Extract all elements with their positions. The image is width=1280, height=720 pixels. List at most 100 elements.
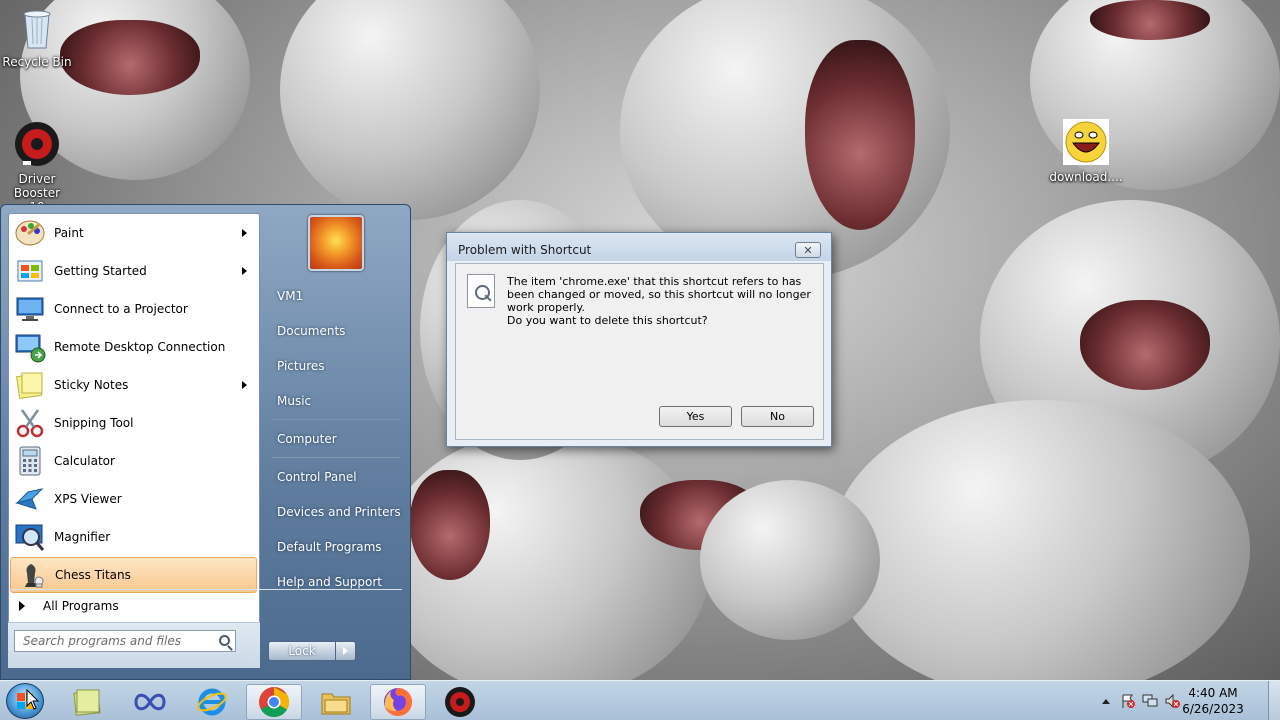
- shutdown-options-button[interactable]: [336, 641, 356, 661]
- taskbar-file-explorer[interactable]: [308, 684, 364, 720]
- action-center-flag-icon[interactable]: [1120, 693, 1136, 709]
- network-icon[interactable]: [1142, 693, 1158, 709]
- yes-button[interactable]: Yes: [659, 406, 732, 427]
- start-menu: Paint Getting Started Connect to a Proje…: [0, 204, 411, 680]
- submenu-arrow-icon[interactable]: [242, 229, 247, 237]
- start-link-label: Documents: [277, 324, 346, 338]
- start-link-label: Help and Support: [277, 575, 382, 589]
- user-picture[interactable]: [308, 215, 364, 271]
- xps-viewer-icon: [15, 488, 44, 510]
- taskbar-infinity-app[interactable]: [122, 684, 178, 720]
- program-label: Paint: [54, 226, 84, 240]
- lock-button[interactable]: Lock: [268, 641, 336, 661]
- getting-started-icon: [17, 260, 43, 282]
- all-programs-label: All Programs: [43, 599, 119, 613]
- start-link-label: Control Panel: [277, 470, 357, 484]
- desktop-icon-download[interactable]: download....: [1046, 119, 1126, 184]
- sticky-notes-icon: [16, 372, 43, 399]
- start-link-label: Computer: [277, 432, 337, 446]
- show-hidden-icons-icon[interactable]: [1102, 698, 1110, 704]
- taskbar-firefox[interactable]: [370, 684, 426, 720]
- calculator-icon: [19, 446, 41, 476]
- start-link-label: Default Programs: [277, 540, 382, 554]
- search-icon[interactable]: [219, 635, 230, 646]
- start-link-documents[interactable]: Documents: [269, 317, 404, 345]
- program-connect-projector[interactable]: Connect to a Projector: [10, 291, 257, 327]
- program-label: Magnifier: [54, 530, 111, 544]
- desktop-icon-label: download....: [1049, 170, 1123, 184]
- program-label: Connect to a Projector: [54, 302, 188, 316]
- start-link-music[interactable]: Music: [269, 387, 404, 415]
- all-programs-arrow-icon: [19, 601, 25, 611]
- ie-icon: [197, 688, 227, 716]
- taskbar-internet-explorer[interactable]: [184, 684, 240, 720]
- program-paint[interactable]: Paint: [10, 215, 257, 251]
- program-sticky-notes[interactable]: Sticky Notes: [10, 367, 257, 403]
- driver-booster-icon: [15, 122, 59, 166]
- program-magnifier[interactable]: Magnifier: [10, 519, 257, 555]
- start-link-default-programs[interactable]: Default Programs: [269, 533, 404, 561]
- mouse-cursor-icon: [26, 689, 40, 710]
- no-button[interactable]: No: [741, 406, 814, 427]
- desktop-icon-label: Recycle Bin: [2, 55, 72, 69]
- clock-time: 4:40 AM: [1188, 686, 1238, 700]
- start-link-label: VM1: [277, 289, 304, 303]
- start-link-user[interactable]: VM1: [269, 282, 404, 310]
- program-label: XPS Viewer: [54, 492, 122, 506]
- chess-icon: [25, 564, 44, 588]
- taskbar-chrome[interactable]: [246, 684, 302, 720]
- program-label: Getting Started: [54, 264, 147, 278]
- desktop-icon-driver-booster[interactable]: Driver Booster 10: [0, 121, 77, 214]
- taskbar: 4:40 AM 6/26/2023: [0, 680, 1280, 720]
- program-snipping-tool[interactable]: Snipping Tool: [10, 405, 257, 441]
- start-link-label: Devices and Printers: [277, 505, 401, 519]
- start-link-help-support[interactable]: Help and Support: [269, 568, 404, 596]
- taskbar-driver-booster[interactable]: [432, 684, 488, 720]
- firefox-icon: [384, 687, 413, 716]
- submenu-arrow-icon[interactable]: [242, 267, 247, 275]
- paint-icon: [15, 220, 45, 246]
- program-xps-viewer[interactable]: XPS Viewer: [10, 481, 257, 517]
- taskbar-sticky-notes[interactable]: [60, 684, 116, 720]
- program-label: Chess Titans: [55, 568, 131, 582]
- remote-desktop-icon: [15, 334, 46, 363]
- start-search-input[interactable]: Search programs and files: [14, 630, 236, 652]
- all-programs-button[interactable]: All Programs: [11, 595, 246, 617]
- program-label: Calculator: [54, 454, 115, 468]
- program-chess-titans[interactable]: Chess Titans: [10, 557, 257, 593]
- desktop-icon-recycle-bin[interactable]: Recycle Bin: [0, 6, 77, 69]
- program-getting-started[interactable]: Getting Started: [10, 253, 257, 289]
- lock-button-group: Lock: [268, 641, 358, 661]
- program-label: Snipping Tool: [54, 416, 134, 430]
- program-label: Sticky Notes: [54, 378, 129, 392]
- close-icon: ✕: [803, 243, 813, 257]
- search-placeholder: Search programs and files: [23, 634, 181, 648]
- folder-icon: [321, 693, 351, 715]
- problem-with-shortcut-dialog: Problem with Shortcut ✕ The item 'chrome…: [446, 232, 832, 447]
- document-search-icon: [467, 274, 495, 308]
- dialog-question: Do you want to delete this shortcut?: [507, 314, 708, 327]
- dialog-message: The item 'chrome.exe' that this shortcut…: [507, 275, 811, 314]
- start-link-devices-printers[interactable]: Devices and Printers: [269, 498, 404, 526]
- magnifier-icon: [15, 524, 45, 551]
- start-link-label: Pictures: [277, 359, 325, 373]
- start-link-computer[interactable]: Computer: [269, 425, 404, 453]
- submenu-arrow-icon[interactable]: [242, 381, 247, 389]
- recycle-bin-icon: [23, 10, 51, 49]
- clock-date: 6/26/2023: [1182, 702, 1244, 716]
- start-link-label: Music: [277, 394, 312, 408]
- infinity-icon: [134, 693, 166, 711]
- close-button[interactable]: ✕: [795, 242, 821, 258]
- dialog-body: The item 'chrome.exe' that this shortcut…: [455, 263, 824, 440]
- program-calculator[interactable]: Calculator: [10, 443, 257, 479]
- start-links-divider: [271, 457, 401, 458]
- show-desktop-button[interactable]: [1268, 681, 1280, 720]
- sticky-notes-icon: [73, 689, 101, 716]
- chrome-icon: [259, 687, 290, 718]
- scissors-icon: [16, 409, 44, 438]
- start-link-pictures[interactable]: Pictures: [269, 352, 404, 380]
- program-remote-desktop[interactable]: Remote Desktop Connection: [10, 329, 257, 365]
- driver-booster-icon: [445, 687, 475, 717]
- clock[interactable]: 4:40 AM 6/26/2023: [1178, 685, 1248, 717]
- start-link-control-panel[interactable]: Control Panel: [269, 463, 404, 491]
